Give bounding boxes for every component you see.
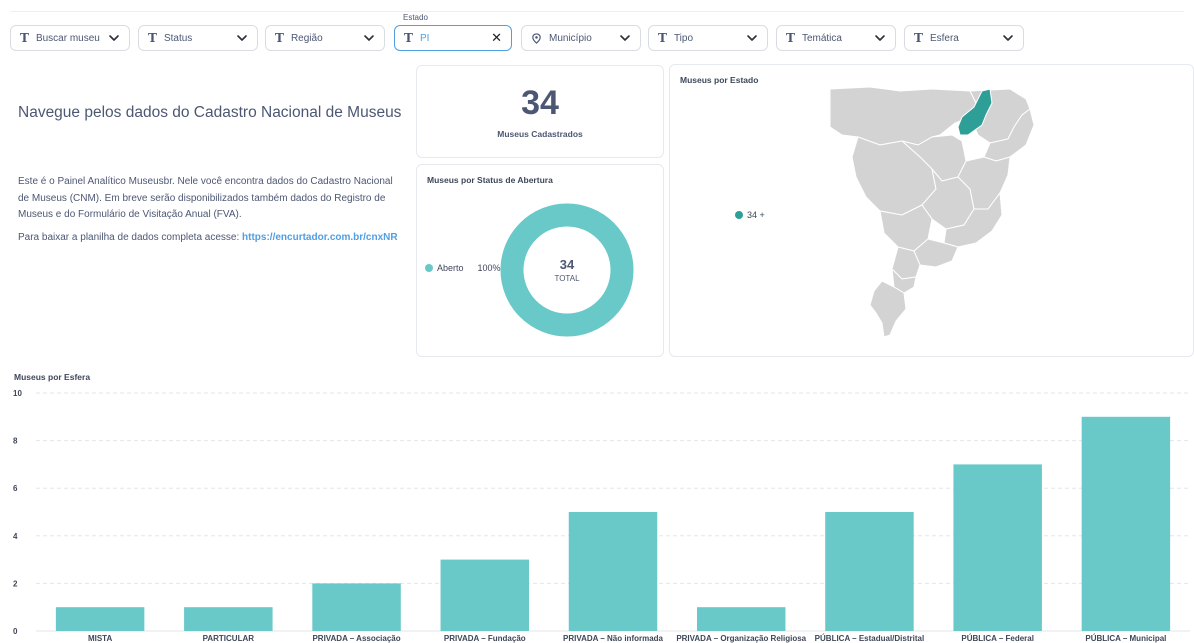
x-tick-label: PRIVADA – Não informada [563, 634, 664, 643]
chevron-down-icon [237, 35, 247, 41]
filter-label: Esfera [929, 32, 959, 44]
filter-3[interactable]: T Região [265, 25, 385, 51]
donut-total-value: 34 [560, 257, 575, 272]
filter-label: Tipo [673, 32, 694, 44]
download-link[interactable]: https://encurtador.com.br/cnxNR [242, 232, 398, 243]
chevron-down-icon [109, 35, 119, 41]
download-line: Para baixar a planilha de dados completa… [18, 230, 403, 247]
filter-6[interactable]: T Tipo [648, 25, 768, 51]
chevron-down-icon [1003, 35, 1013, 41]
y-tick-label: 8 [13, 437, 18, 446]
chevron-down-icon [747, 35, 757, 41]
bar[interactable] [953, 464, 1042, 631]
x-tick-label: PÚBLICA – Federal [961, 634, 1034, 643]
x-tick-label: PÚBLICA – Estadual/Distrital [815, 634, 925, 643]
filter-4[interactable]: T PI ✕ [394, 25, 512, 51]
brazil-states [829, 86, 1035, 338]
filter-label: Região [290, 32, 323, 44]
intro-paragraph: Este é o Painel Analítico Museusbr. Nele… [18, 176, 393, 220]
download-prefix: Para baixar a planilha de dados completa… [18, 232, 243, 243]
text-icon: T [914, 31, 923, 45]
filter-1[interactable]: T Buscar museu [10, 25, 130, 51]
filter-2[interactable]: T Status [138, 25, 258, 51]
chevron-down-icon [875, 35, 885, 41]
text-icon: T [404, 31, 413, 45]
bar[interactable] [568, 512, 658, 631]
map-card: Museus por Estado 34 + [669, 64, 1194, 357]
kpi-label: Museus Cadastrados [497, 129, 583, 139]
x-tick-label: MISTA [88, 634, 113, 643]
text-icon: T [786, 31, 795, 45]
chevron-down-icon [620, 35, 630, 41]
x-tick-label: PRIVADA – Associação [312, 634, 400, 643]
status-card: Museus por Status de Abertura Aberto 100%… [416, 164, 664, 357]
bar[interactable] [184, 607, 273, 631]
filter-label: PI [419, 32, 430, 44]
top-divider [10, 11, 1184, 12]
y-tick-label: 0 [13, 627, 18, 636]
filter-7[interactable]: T Temática [776, 25, 896, 51]
kpi-card: 34 Museus Cadastrados [416, 65, 664, 158]
bar[interactable] [312, 583, 401, 631]
text-icon: T [658, 31, 667, 45]
clear-icon[interactable]: ✕ [491, 30, 502, 46]
donut-total-label: TOTAL [554, 274, 580, 283]
y-tick-label: 6 [13, 484, 18, 493]
filter-5[interactable]: Município [521, 25, 641, 51]
bar[interactable] [696, 607, 786, 631]
page-title: Navegue pelos dados do Cadastro Nacional… [18, 104, 402, 121]
filter-label: Temática [801, 32, 842, 44]
filter-label: Município [549, 32, 592, 44]
x-tick-label: PARTICULAR [203, 634, 255, 643]
filter-label: Buscar museu [35, 32, 100, 44]
filter-label: Status [163, 32, 193, 44]
bar[interactable] [55, 607, 145, 631]
brazil-map[interactable] [670, 65, 1194, 358]
esfera-bar-chart: 0 2 4 6 8 10 MISTA PARTICULAR PRIVADA – Associaç… [13, 389, 1190, 643]
location-pin-icon [532, 32, 541, 44]
text-icon: T [20, 31, 29, 45]
estado-filter-caption: Estado [403, 13, 428, 22]
x-tick-label: PRIVADA – Organização Religiosa [676, 634, 806, 643]
x-tick-label: PÚBLICA – Municipal [1085, 634, 1166, 643]
donut-chart: 34 TOTAL [500, 203, 634, 337]
bar[interactable] [825, 512, 914, 631]
text-icon: T [148, 31, 157, 45]
y-tick-label: 2 [13, 579, 18, 588]
x-tick-label: PRIVADA – Fundação [444, 634, 526, 643]
kpi-value: 34 [521, 84, 559, 122]
bar[interactable] [440, 559, 530, 631]
text-icon: T [275, 31, 284, 45]
bar-chart-title: Museus por Esfera [14, 372, 91, 382]
y-tick-label: 4 [13, 532, 18, 541]
filter-8[interactable]: T Esfera [904, 25, 1024, 51]
y-tick-label: 10 [13, 389, 22, 398]
bar[interactable] [1081, 416, 1171, 631]
chevron-down-icon [364, 35, 374, 41]
